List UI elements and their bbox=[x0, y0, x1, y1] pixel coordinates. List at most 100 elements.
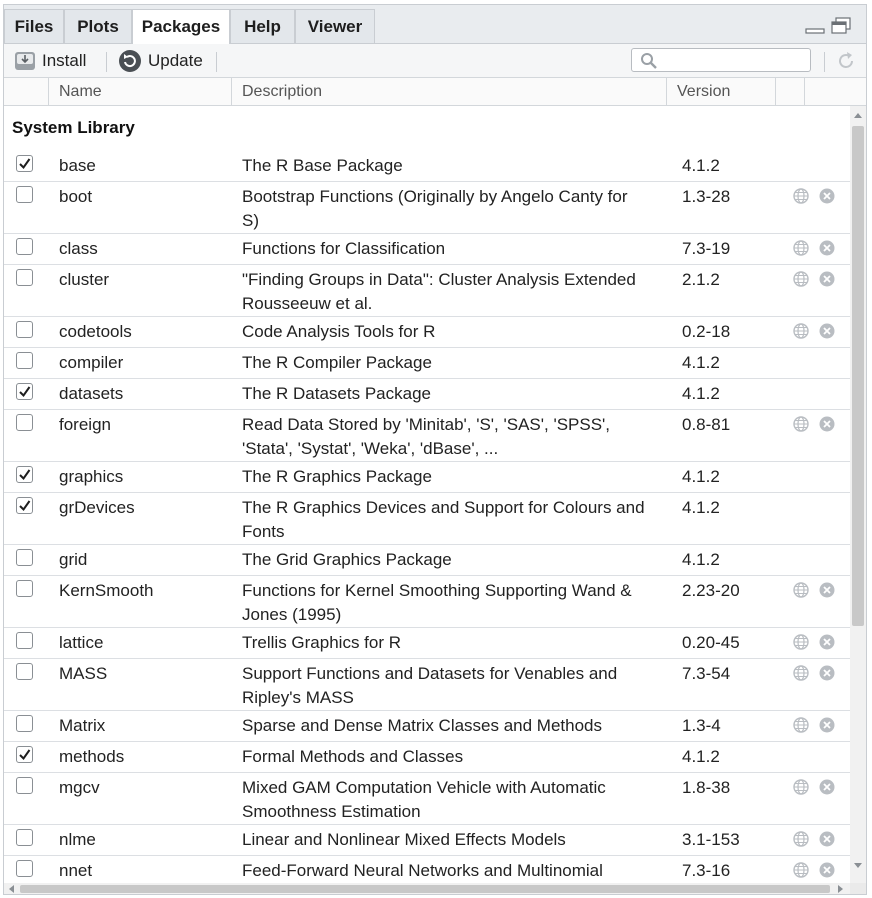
globe-icon[interactable] bbox=[793, 634, 809, 650]
package-load-checkbox[interactable] bbox=[16, 860, 33, 877]
package-name[interactable]: grid bbox=[59, 548, 87, 572]
description-line: Mixed GAM Computation Vehicle with Autom… bbox=[242, 778, 606, 797]
package-name[interactable]: methods bbox=[59, 745, 124, 769]
remove-package-icon[interactable] bbox=[819, 779, 835, 795]
scroll-left-icon[interactable] bbox=[8, 885, 14, 893]
package-description: The R Datasets Package bbox=[242, 382, 672, 406]
globe-icon[interactable] bbox=[793, 717, 809, 733]
remove-package-icon[interactable] bbox=[819, 665, 835, 681]
tab-packages[interactable]: Packages bbox=[132, 9, 230, 44]
remove-package-icon[interactable] bbox=[819, 582, 835, 598]
package-name[interactable]: mgcv bbox=[59, 776, 100, 800]
package-load-checkbox[interactable] bbox=[16, 321, 33, 338]
horizontal-scroll-thumb[interactable] bbox=[20, 885, 830, 893]
package-name[interactable]: compiler bbox=[59, 351, 123, 375]
tab-files[interactable]: Files bbox=[4, 9, 64, 43]
install-button[interactable]: Install bbox=[14, 48, 86, 74]
search-input[interactable] bbox=[662, 51, 806, 71]
package-load-checkbox[interactable] bbox=[16, 383, 33, 400]
horizontal-scrollbar[interactable] bbox=[4, 883, 850, 894]
package-load-checkbox[interactable] bbox=[16, 466, 33, 483]
package-version: 1.3-28 bbox=[682, 187, 731, 206]
package-load-checkbox[interactable] bbox=[16, 238, 33, 255]
remove-package-icon[interactable] bbox=[819, 240, 835, 256]
package-load-checkbox[interactable] bbox=[16, 632, 33, 649]
scroll-right-icon[interactable] bbox=[838, 885, 844, 893]
package-name[interactable]: nnet bbox=[59, 859, 92, 883]
column-header-description[interactable]: Description bbox=[242, 78, 322, 105]
package-description: Sparse and Dense Matrix Classes and Meth… bbox=[242, 714, 672, 738]
description-line: Read Data Stored by 'Minitab', 'S', 'SAS… bbox=[242, 415, 611, 434]
vertical-scroll-thumb[interactable] bbox=[852, 126, 864, 626]
package-name[interactable]: lattice bbox=[59, 631, 103, 655]
package-name[interactable]: KernSmooth bbox=[59, 579, 154, 603]
package-name[interactable]: boot bbox=[59, 185, 92, 209]
packages-toolbar: Install Update bbox=[4, 44, 866, 78]
package-load-checkbox[interactable] bbox=[16, 549, 33, 566]
package-name[interactable]: Matrix bbox=[59, 714, 105, 738]
package-name[interactable]: grDevices bbox=[59, 496, 135, 520]
package-row: class Functions for Classification 7.3-19 bbox=[4, 234, 850, 265]
package-name[interactable]: class bbox=[59, 237, 98, 261]
globe-icon[interactable] bbox=[793, 582, 809, 598]
package-name[interactable]: graphics bbox=[59, 465, 123, 489]
remove-package-icon[interactable] bbox=[819, 831, 835, 847]
column-header-row: Name Description Version bbox=[4, 78, 866, 106]
package-load-checkbox[interactable] bbox=[16, 715, 33, 732]
tab-strip: Files Plots Packages Help Viewer bbox=[4, 5, 866, 44]
tab-help[interactable]: Help bbox=[230, 9, 295, 43]
remove-package-icon[interactable] bbox=[819, 271, 835, 287]
package-load-checkbox[interactable] bbox=[16, 414, 33, 431]
globe-icon[interactable] bbox=[793, 188, 809, 204]
package-load-checkbox[interactable] bbox=[16, 155, 33, 172]
description-line: S) bbox=[242, 211, 259, 230]
package-name[interactable]: cluster bbox=[59, 268, 109, 292]
scroll-up-icon[interactable] bbox=[854, 112, 862, 118]
package-name[interactable]: codetools bbox=[59, 320, 132, 344]
globe-icon[interactable] bbox=[793, 416, 809, 432]
update-button[interactable]: Update bbox=[118, 48, 203, 74]
column-header-name[interactable]: Name bbox=[59, 78, 102, 105]
package-version: 4.1.2 bbox=[682, 384, 720, 403]
minimize-icon[interactable] bbox=[804, 19, 826, 35]
remove-package-icon[interactable] bbox=[819, 634, 835, 650]
tab-viewer[interactable]: Viewer bbox=[295, 9, 375, 43]
package-load-checkbox[interactable] bbox=[16, 663, 33, 680]
package-description: The R Graphics Package bbox=[242, 465, 672, 489]
globe-icon[interactable] bbox=[793, 862, 809, 878]
globe-icon[interactable] bbox=[793, 831, 809, 847]
package-row: compiler The R Compiler Package 4.1.2 bbox=[4, 348, 850, 379]
globe-icon[interactable] bbox=[793, 323, 809, 339]
remove-package-icon[interactable] bbox=[819, 862, 835, 878]
package-load-checkbox[interactable] bbox=[16, 777, 33, 794]
remove-package-icon[interactable] bbox=[819, 323, 835, 339]
package-load-checkbox[interactable] bbox=[16, 497, 33, 514]
globe-icon[interactable] bbox=[793, 665, 809, 681]
refresh-icon[interactable] bbox=[835, 50, 857, 72]
package-load-checkbox[interactable] bbox=[16, 580, 33, 597]
package-name[interactable]: nlme bbox=[59, 828, 96, 852]
package-name[interactable]: datasets bbox=[59, 382, 123, 406]
install-label: Install bbox=[42, 51, 87, 70]
vertical-scrollbar[interactable] bbox=[850, 106, 866, 883]
tab-plots[interactable]: Plots bbox=[64, 9, 132, 43]
package-name[interactable]: MASS bbox=[59, 662, 107, 686]
package-load-checkbox[interactable] bbox=[16, 352, 33, 369]
globe-icon[interactable] bbox=[793, 271, 809, 287]
search-box[interactable] bbox=[631, 48, 811, 72]
remove-package-icon[interactable] bbox=[819, 717, 835, 733]
packages-pane: Files Plots Packages Help Viewer Install bbox=[3, 4, 867, 895]
scroll-down-icon[interactable] bbox=[854, 863, 862, 869]
package-load-checkbox[interactable] bbox=[16, 269, 33, 286]
globe-icon[interactable] bbox=[793, 240, 809, 256]
column-header-version[interactable]: Version bbox=[677, 78, 730, 105]
maximize-icon[interactable] bbox=[830, 16, 852, 36]
package-load-checkbox[interactable] bbox=[16, 746, 33, 763]
package-name[interactable]: base bbox=[59, 154, 96, 178]
globe-icon[interactable] bbox=[793, 779, 809, 795]
package-name[interactable]: foreign bbox=[59, 413, 111, 437]
package-load-checkbox[interactable] bbox=[16, 186, 33, 203]
remove-package-icon[interactable] bbox=[819, 416, 835, 432]
remove-package-icon[interactable] bbox=[819, 188, 835, 204]
package-load-checkbox[interactable] bbox=[16, 829, 33, 846]
